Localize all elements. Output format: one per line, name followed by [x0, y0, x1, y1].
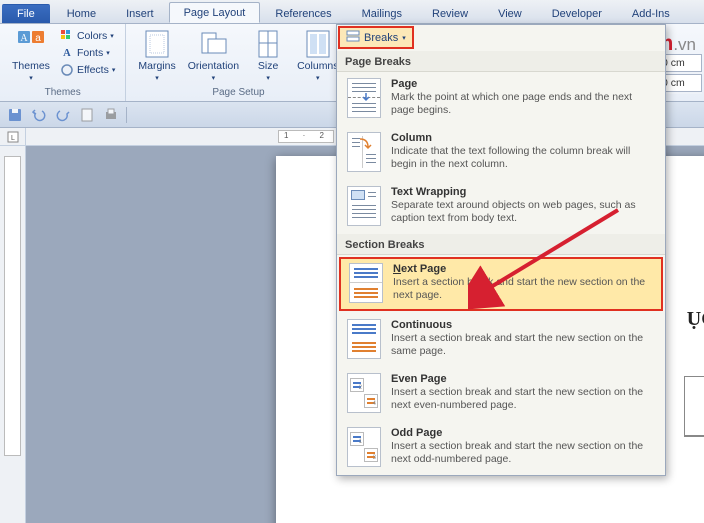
break-next-page[interactable]: NNext Pageext Page Insert a section brea…: [339, 257, 663, 311]
even-page-break-icon: 2 4: [347, 373, 381, 413]
save-button[interactable]: [6, 106, 24, 124]
break-page[interactable]: Page Mark the point at which one page en…: [337, 72, 665, 126]
page-breaks-header: Page Breaks: [337, 51, 665, 72]
chevron-down-icon: ▾: [155, 74, 159, 82]
chevron-down-icon: ▾: [402, 34, 406, 42]
tab-page-layout[interactable]: Page Layout: [169, 2, 261, 23]
svg-text:L: L: [11, 135, 15, 142]
doc-heading-fragment: ỤC CÁC: [687, 308, 704, 331]
breaks-icon: [346, 30, 360, 45]
undo-button[interactable]: [30, 106, 48, 124]
new-doc-button[interactable]: [78, 106, 96, 124]
tab-insert[interactable]: Insert: [111, 3, 169, 23]
break-odd-page[interactable]: 1 3 Odd Page Insert a section break and …: [337, 421, 665, 475]
next-page-break-icon: [349, 263, 383, 303]
fonts-button[interactable]: A Fonts ▾: [58, 45, 117, 61]
tab-view[interactable]: View: [483, 3, 537, 23]
effects-icon: [60, 63, 74, 77]
effects-button[interactable]: Effects ▾: [58, 62, 117, 78]
svg-text:A: A: [20, 33, 28, 44]
themes-icon: Aa: [15, 28, 47, 60]
chevron-down-icon: ▾: [212, 74, 216, 82]
colors-button[interactable]: Colors ▾: [58, 28, 117, 44]
tab-references[interactable]: References: [260, 3, 346, 23]
group-themes: Aa Themes ▾ Colors ▾ A Fonts ▾ Eff: [0, 24, 126, 101]
ribbon-tabs: File Home Insert Page Layout References …: [0, 0, 704, 24]
break-continuous[interactable]: Continuous Insert a section break and st…: [337, 313, 665, 367]
odd-page-break-icon: 1 3: [347, 427, 381, 467]
margins-icon: [141, 28, 173, 60]
svg-text:a: a: [35, 33, 41, 44]
group-page-setup: Margins ▾ Orientation ▾ Size ▾ Columns ▾…: [126, 24, 351, 101]
tab-mailings[interactable]: Mailings: [347, 3, 417, 23]
break-column[interactable]: Column Indicate that the text following …: [337, 126, 665, 180]
section-breaks-header: Section Breaks: [337, 234, 665, 255]
group-label-page-setup: Page Setup: [134, 85, 342, 101]
page-break-icon: [347, 78, 381, 118]
themes-button[interactable]: Aa Themes ▾: [8, 26, 54, 84]
size-button[interactable]: Size ▾: [247, 26, 289, 84]
continuous-break-icon: [347, 319, 381, 359]
fonts-icon: A: [60, 46, 74, 60]
breaks-button[interactable]: Breaks ▾: [338, 26, 414, 49]
orientation-icon: [197, 28, 229, 60]
columns-icon: [302, 28, 334, 60]
tab-home[interactable]: Home: [52, 3, 111, 23]
breaks-dropdown: Page Breaks Page Mark the point at which…: [336, 24, 666, 476]
size-icon: [252, 28, 284, 60]
group-label-themes: Themes: [8, 85, 117, 101]
chevron-down-icon: ▾: [29, 74, 33, 82]
chevron-down-icon: ▾: [316, 74, 320, 82]
chevron-down-icon: ▾: [112, 66, 116, 74]
chevron-down-icon: ▾: [110, 32, 114, 40]
tab-developer[interactable]: Developer: [537, 3, 617, 23]
chevron-down-icon: ▾: [266, 74, 270, 82]
tab-review[interactable]: Review: [417, 3, 483, 23]
break-text-wrapping[interactable]: Text Wrapping Separate text around objec…: [337, 180, 665, 234]
tab-addins[interactable]: Add-Ins: [617, 3, 685, 23]
column-break-icon: [347, 132, 381, 172]
print-preview-button[interactable]: [102, 106, 120, 124]
break-even-page[interactable]: 2 4 Even Page Insert a section break and…: [337, 367, 665, 421]
chevron-down-icon: ▾: [106, 49, 110, 57]
colors-icon: [60, 29, 74, 43]
orientation-button[interactable]: Orientation ▾: [184, 26, 243, 84]
text-wrapping-break-icon: [347, 186, 381, 226]
ruler-vertical[interactable]: [0, 146, 26, 523]
tab-file[interactable]: File: [2, 4, 50, 23]
redo-button[interactable]: [54, 106, 72, 124]
margins-button[interactable]: Margins ▾: [134, 26, 179, 84]
ruler-corner: L: [0, 128, 26, 145]
